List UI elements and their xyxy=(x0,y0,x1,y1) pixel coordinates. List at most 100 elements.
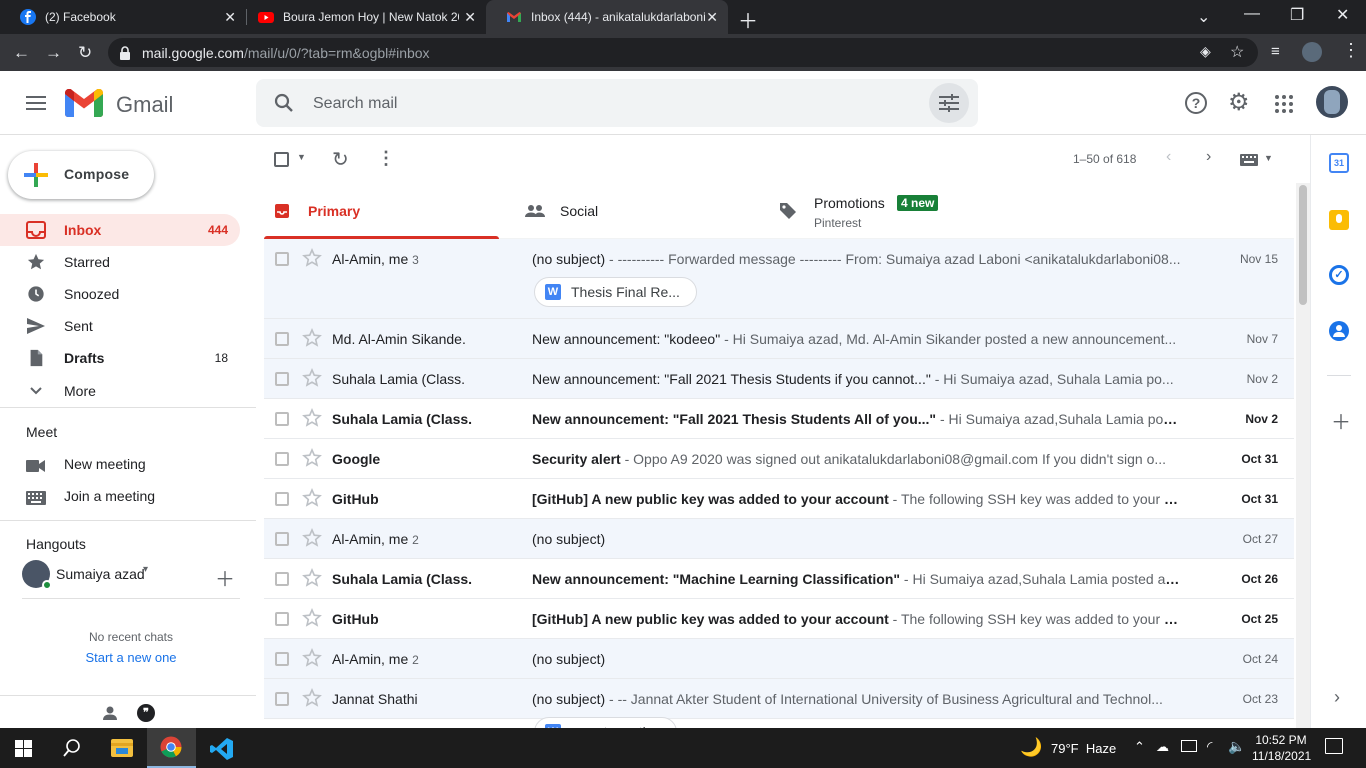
scrollbar-track[interactable] xyxy=(1296,183,1310,728)
contacts-icon[interactable] xyxy=(1329,321,1349,341)
row-checkbox[interactable] xyxy=(275,412,289,426)
more-options-icon[interactable]: ⋮ xyxy=(377,148,395,169)
star-icon[interactable] xyxy=(302,448,322,468)
search-icon[interactable] xyxy=(63,739,81,757)
hangouts-user-name[interactable]: Sumaiya azad xyxy=(56,566,145,582)
input-tools-caret-icon[interactable]: ▼ xyxy=(1264,153,1273,163)
search-icon[interactable] xyxy=(274,93,294,113)
star-icon[interactable] xyxy=(302,408,322,428)
windows-start-icon[interactable] xyxy=(15,740,32,757)
calendar-icon[interactable]: 31 xyxy=(1329,153,1349,173)
search-bar[interactable]: Search mail xyxy=(256,79,978,127)
email-row[interactable]: Jannat Shathi (no subject) - -- Jannat A… xyxy=(264,679,1294,747)
star-icon[interactable] xyxy=(302,528,322,548)
close-tab-icon[interactable]: ✕ xyxy=(224,9,236,26)
apps-grid-icon[interactable] xyxy=(1275,95,1293,113)
sidebar-item-starred[interactable]: Starred xyxy=(0,246,240,278)
sidebar-item-more[interactable]: More xyxy=(0,375,240,407)
gmail-logo-icon[interactable] xyxy=(65,89,103,117)
reload-icon[interactable]: ↻ xyxy=(78,43,92,63)
account-avatar[interactable] xyxy=(1316,86,1348,118)
profile-avatar[interactable] xyxy=(1302,42,1322,62)
row-checkbox[interactable] xyxy=(275,452,289,466)
row-checkbox[interactable] xyxy=(275,332,289,346)
email-row[interactable]: Md. Al-Amin Sikande. New announcement: "… xyxy=(264,319,1294,359)
start-chat-link[interactable]: Start a new one xyxy=(0,650,262,665)
input-tools-keyboard-icon[interactable] xyxy=(1240,154,1258,166)
star-icon[interactable] xyxy=(302,248,322,268)
select-all-checkbox[interactable] xyxy=(274,152,289,167)
file-explorer-icon[interactable] xyxy=(111,739,133,757)
settings-gear-icon[interactable]: ⚙ xyxy=(1228,88,1250,117)
volume-icon[interactable]: 🔈 xyxy=(1228,738,1245,755)
new-meeting-item[interactable]: New meeting xyxy=(0,448,240,480)
sidebar-item-inbox[interactable]: Inbox 444 xyxy=(0,214,240,246)
battery-icon[interactable] xyxy=(1181,740,1197,752)
refresh-icon[interactable]: ↻ xyxy=(332,147,349,172)
chrome-taskbar-button[interactable] xyxy=(147,728,196,768)
email-row[interactable]: Suhala Lamia (Class. New announcement: "… xyxy=(264,359,1294,399)
close-tab-icon[interactable]: ✕ xyxy=(706,9,718,26)
browser-tab-youtube[interactable]: Boura Jemon Hoy | New Natok 20 ✕ xyxy=(238,0,486,34)
row-checkbox[interactable] xyxy=(275,372,289,386)
reading-list-icon[interactable]: ≡ xyxy=(1271,43,1280,60)
newer-page-icon[interactable]: › xyxy=(1206,148,1211,166)
weather-text[interactable]: 79°F Haze xyxy=(1051,741,1116,756)
clock[interactable]: 10:52 PM 11/18/2021 xyxy=(1252,732,1311,764)
minimize-icon[interactable]: — xyxy=(1244,5,1260,23)
show-panel-icon[interactable]: › xyxy=(1334,687,1340,708)
search-options-button[interactable] xyxy=(929,83,969,123)
onedrive-cloud-icon[interactable]: ☁ xyxy=(1156,739,1169,755)
restore-icon[interactable]: ❐ xyxy=(1290,5,1304,25)
star-icon[interactable] xyxy=(302,488,322,508)
row-checkbox[interactable] xyxy=(275,532,289,546)
hangouts-quote-icon[interactable]: ❞ xyxy=(137,704,155,722)
email-row[interactable]: GitHub [GitHub] A new public key was add… xyxy=(264,479,1294,519)
email-row[interactable]: Al-Amin, me 3 (no subject) - ---------- F… xyxy=(264,239,1294,319)
email-row[interactable]: Google Security alert - Oppo A9 2020 was… xyxy=(264,439,1294,479)
sidebar-item-snoozed[interactable]: Snoozed xyxy=(0,278,240,310)
email-row[interactable]: Suhala Lamia (Class. New announcement: "… xyxy=(264,559,1294,599)
help-icon[interactable]: ? xyxy=(1185,92,1207,114)
star-icon[interactable] xyxy=(302,608,322,628)
pagination-text[interactable]: 1–50 of 618 xyxy=(1073,152,1136,166)
hangouts-avatar[interactable] xyxy=(22,560,52,590)
search-input[interactable]: Search mail xyxy=(313,95,397,113)
star-icon[interactable] xyxy=(302,648,322,668)
join-meeting-item[interactable]: Join a meeting xyxy=(0,480,240,512)
attachment-chip[interactable]: W Thesis Final Re... xyxy=(534,277,697,307)
email-row[interactable]: GitHub [GitHub] A new public key was add… xyxy=(264,599,1294,639)
older-page-icon[interactable]: ‹ xyxy=(1166,148,1171,166)
person-icon[interactable] xyxy=(102,705,118,721)
row-checkbox[interactable] xyxy=(275,692,289,706)
tab-social[interactable]: Social xyxy=(514,183,764,239)
get-addons-icon[interactable]: ＋ xyxy=(1331,406,1351,435)
tab-promotions[interactable]: Promotions 4 new Pinterest xyxy=(769,183,1059,239)
row-checkbox[interactable] xyxy=(275,572,289,586)
email-row[interactable]: Suhala Lamia (Class. New announcement: "… xyxy=(264,399,1294,439)
close-tab-icon[interactable]: ✕ xyxy=(464,9,476,26)
star-icon[interactable] xyxy=(302,688,322,708)
tab-search-chevron-icon[interactable]: ⌄ xyxy=(1197,7,1210,27)
star-icon[interactable] xyxy=(302,328,322,348)
row-checkbox[interactable] xyxy=(275,612,289,626)
row-checkbox[interactable] xyxy=(275,252,289,266)
browser-tab-gmail[interactable]: Inbox (444) - anikatalukdarlaboni ✕ xyxy=(486,0,728,34)
keep-icon[interactable] xyxy=(1329,210,1349,230)
email-row[interactable]: Al-Amin, me 2 (no subject) Oct 27 xyxy=(264,519,1294,559)
notifications-icon[interactable] xyxy=(1325,738,1343,754)
show-hidden-icons[interactable]: ⌃ xyxy=(1134,739,1145,755)
sidebar-item-drafts[interactable]: Drafts 18 xyxy=(0,342,240,374)
back-icon[interactable]: ← xyxy=(13,43,30,63)
tab-primary[interactable]: Primary xyxy=(264,183,499,239)
select-caret-icon[interactable]: ▼ xyxy=(297,152,306,162)
main-menu-icon[interactable] xyxy=(26,95,46,111)
close-window-icon[interactable]: ✕ xyxy=(1336,5,1349,25)
user-menu-caret-icon[interactable]: ▾ xyxy=(143,564,148,575)
address-bar[interactable]: mail.google.com/mail/u/0/?tab=rm&ogbl#in… xyxy=(108,38,1258,67)
add-chat-icon[interactable]: ＋ xyxy=(215,563,235,592)
tasks-icon[interactable]: ✓ xyxy=(1329,265,1349,285)
scrollbar-thumb[interactable] xyxy=(1299,185,1307,305)
bookmark-star-icon[interactable]: ☆ xyxy=(1230,42,1244,62)
star-icon[interactable] xyxy=(302,568,322,588)
